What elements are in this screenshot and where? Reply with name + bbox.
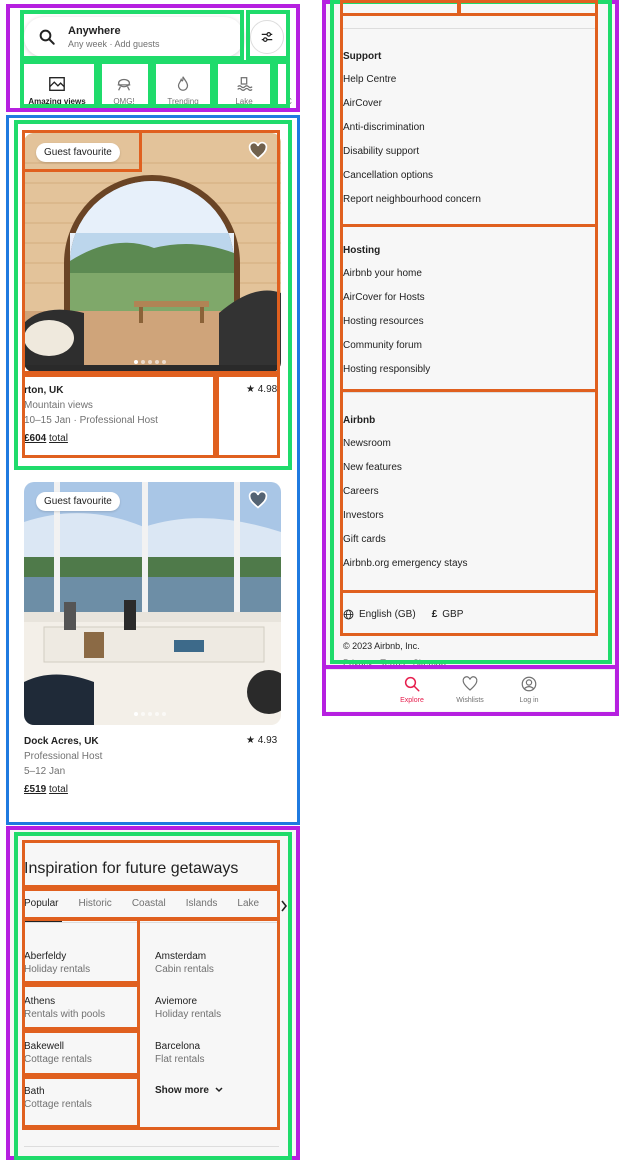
overlay-box	[22, 888, 280, 920]
overlay-box	[214, 60, 274, 108]
overlay-box	[340, 590, 598, 636]
overlay-box	[98, 60, 152, 108]
overlay-box	[22, 374, 216, 458]
overlay-box	[274, 60, 290, 108]
overlay-box	[20, 60, 98, 108]
overlay-box	[22, 840, 280, 888]
overlay-box	[22, 918, 140, 984]
overlay-box	[246, 10, 290, 60]
overlay-box	[22, 1076, 140, 1128]
overlay-box	[322, 665, 619, 716]
overlay-box	[340, 224, 598, 392]
overlay-box	[22, 130, 142, 172]
overlay-box	[20, 10, 244, 60]
overlay-box	[216, 374, 280, 458]
overlay-box	[22, 1030, 140, 1076]
overlay-box	[22, 984, 140, 1030]
overlay-box	[152, 60, 214, 108]
